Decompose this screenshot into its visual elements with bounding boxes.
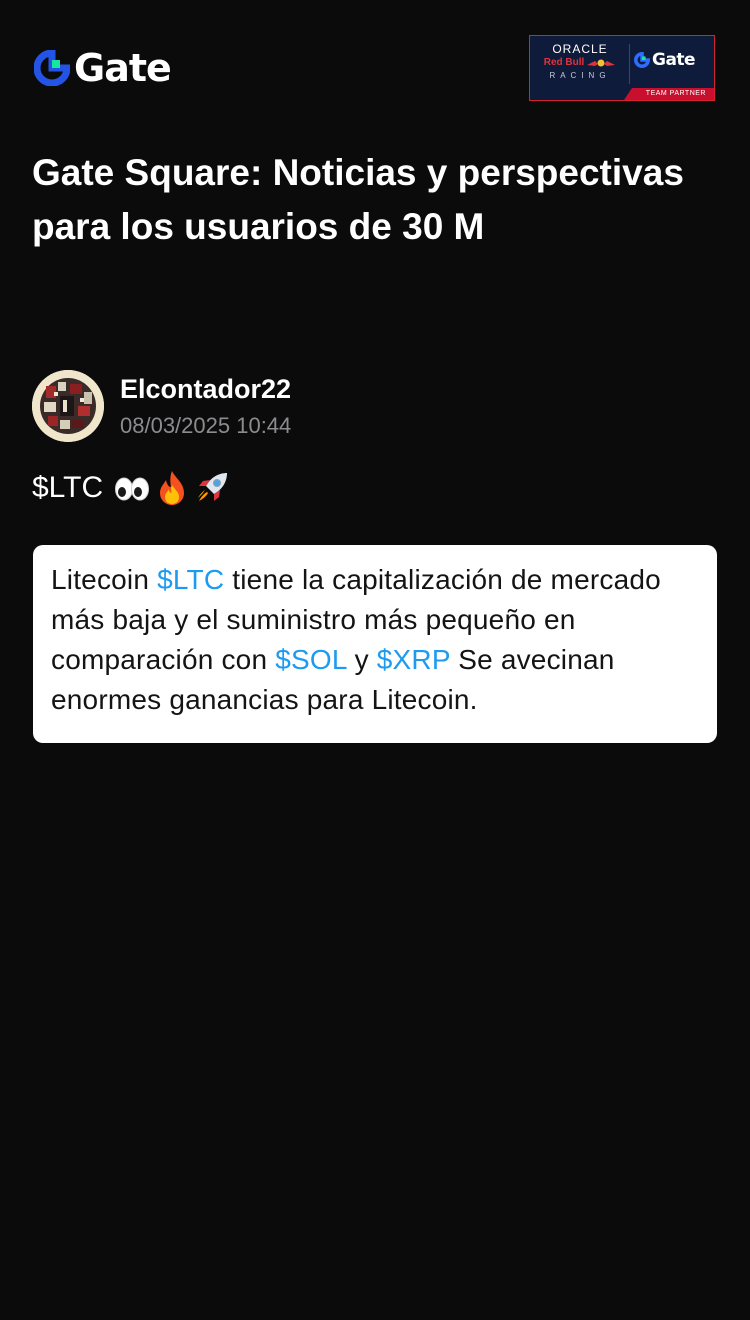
team-partner-label: TEAM PARTNER xyxy=(645,90,706,97)
post-text: $LTC xyxy=(32,466,231,510)
red-bull-racing-logo: ORACLE Red Bull RACING xyxy=(536,42,624,86)
image-text-segment: y xyxy=(346,644,377,675)
eyes-emoji-icon xyxy=(115,477,150,501)
gate-logo[interactable]: Gate xyxy=(34,46,172,90)
rocket-emoji-icon xyxy=(198,473,228,501)
post-image-text: Litecoin $LTC tiene la capitalización de… xyxy=(51,560,699,720)
partner-badge[interactable]: ORACLE Red Bull RACING Gate TEAM PARTNER xyxy=(529,35,715,101)
post-image[interactable]: Litecoin $LTC tiene la capitalización de… xyxy=(33,545,717,743)
partner-gate-logo: Gate xyxy=(634,50,696,70)
partner-divider xyxy=(629,44,630,84)
gate-logo-icon xyxy=(34,50,70,86)
partner-redbull-text: Red Bull xyxy=(543,57,585,68)
avatar[interactable] xyxy=(32,370,104,442)
partner-line-oracle: ORACLE xyxy=(552,42,608,56)
avatar-image xyxy=(32,370,104,442)
page-title: Gate Square: Noticias y perspectivas par… xyxy=(32,152,684,247)
image-text-segment: Litecoin xyxy=(51,564,158,595)
partner-line-racing: RACING xyxy=(549,71,611,80)
author-info: Elcontador22 08/03/2025 10:44 xyxy=(120,372,291,440)
partner-gate-text: Gate xyxy=(652,50,696,70)
cashtag-xrp: $XRP xyxy=(376,644,451,675)
header: Gate ORACLE Red Bull RACING Gate TEAM PA… xyxy=(0,0,750,130)
ticker-text[interactable]: $LTC xyxy=(32,466,103,510)
post-author[interactable]: Elcontador22 08/03/2025 10:44 xyxy=(32,370,291,442)
post-timestamp: 08/03/2025 10:44 xyxy=(120,413,292,438)
partner-line-redbull: Red Bull xyxy=(536,56,624,70)
cashtag-ltc: $LTC xyxy=(157,564,225,595)
brand-name: Gate xyxy=(74,46,172,90)
fire-emoji-icon xyxy=(160,471,185,505)
author-name[interactable]: Elcontador22 xyxy=(120,372,291,406)
gate-logo-icon xyxy=(634,52,650,68)
bulls-icon xyxy=(587,59,616,67)
cashtag-sol: $SOL xyxy=(275,644,347,675)
